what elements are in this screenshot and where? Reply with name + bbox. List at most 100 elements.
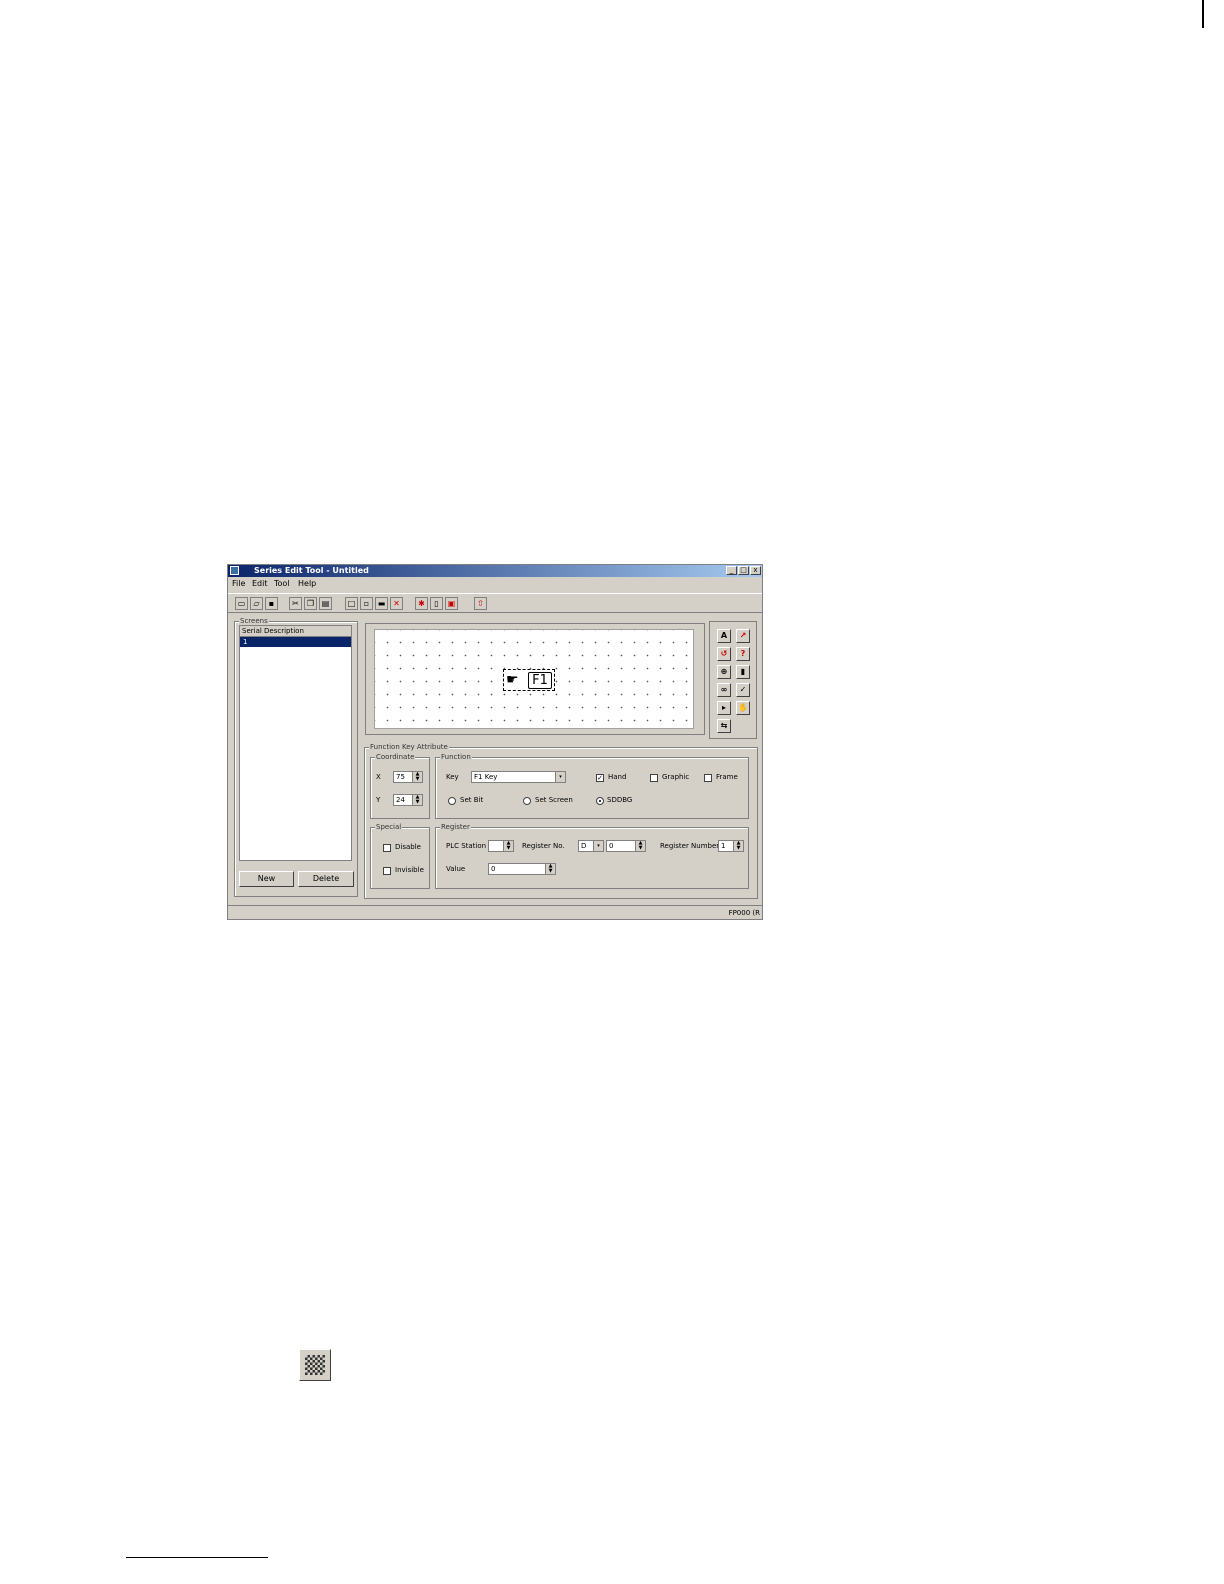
register-type-select[interactable]: D ▾ xyxy=(578,840,604,852)
bar-tool-icon[interactable]: ▮ xyxy=(736,665,750,679)
disable-label: Disable xyxy=(395,843,421,851)
frame-label: Frame xyxy=(716,773,738,781)
x-label: X xyxy=(376,773,381,781)
y-value: 24 xyxy=(396,796,405,804)
settings-icon[interactable]: ✱ xyxy=(415,597,428,610)
maximize-button[interactable]: □ xyxy=(738,566,749,575)
paste-icon[interactable]: ▤ xyxy=(319,597,332,610)
new-button[interactable]: New xyxy=(239,871,294,887)
menu-edit[interactable]: Edit xyxy=(252,578,268,589)
plc-station-label: PLC Station xyxy=(446,842,487,850)
open-icon[interactable]: ▱ xyxy=(250,597,263,610)
cut-icon[interactable]: ✂ xyxy=(289,597,302,610)
register-type-value: D xyxy=(581,842,587,850)
special-label: Special xyxy=(375,822,403,832)
coordinate-group: Coordinate xyxy=(370,752,430,819)
screen-copy-icon[interactable]: ▬ xyxy=(375,597,388,610)
special-group: Special xyxy=(370,822,430,889)
close-button[interactable]: x xyxy=(750,566,761,575)
register-group: Register xyxy=(435,822,749,889)
function-key-object[interactable]: ☛ F1 xyxy=(503,669,555,691)
key-select[interactable]: F1 Key ▾ xyxy=(471,771,566,783)
screen-list[interactable]: Serial Description 1 xyxy=(239,625,352,861)
target-tool-icon[interactable]: ⊕ xyxy=(717,665,731,679)
toolbar: ▭ ▱ ▪ ✂ ❐ ▤ □ ▫ ▬ ✕ ✱ ▯ ▣ ⇧ xyxy=(228,593,762,613)
line-tool-icon[interactable]: ↗ xyxy=(736,629,750,643)
set-screen-radio[interactable] xyxy=(523,797,531,805)
menu-bar: File Edit Tool Help xyxy=(228,578,762,589)
disable-checkbox[interactable] xyxy=(383,844,391,852)
hand-tool-icon[interactable]: ✋ xyxy=(736,701,750,715)
set-ddbg-label: SDDBG xyxy=(607,796,633,804)
y-spinner[interactable]: ▲ ▼ xyxy=(412,795,422,805)
exit-icon[interactable]: ⇧ xyxy=(474,597,487,610)
register-no-spinner[interactable]: ▲ ▼ xyxy=(635,841,645,851)
footnote-rule xyxy=(126,1557,268,1558)
value-input[interactable]: 0 ▲ ▼ xyxy=(488,863,556,875)
status-text: FP000 (R xyxy=(728,909,760,917)
chevron-down-icon[interactable]: ▾ xyxy=(555,772,565,782)
link-tool-icon[interactable]: ∞ xyxy=(717,683,731,697)
column-header[interactable]: Serial Description xyxy=(240,626,351,637)
delete-button[interactable]: Delete xyxy=(298,871,354,887)
hand-icon: ☛ xyxy=(506,672,519,688)
check-tool-icon[interactable]: ✓ xyxy=(736,683,750,697)
copy-icon[interactable]: ❐ xyxy=(304,597,317,610)
value-spinner[interactable]: ▲ ▼ xyxy=(545,864,555,874)
help-tool-icon[interactable]: ? xyxy=(736,647,750,661)
hand-label: Hand xyxy=(608,773,627,781)
add-screen-icon[interactable]: □ xyxy=(345,597,358,610)
save-icon[interactable]: ▪ xyxy=(265,597,278,610)
x-coordinate-input[interactable]: 75 ▲ ▼ xyxy=(393,771,423,783)
register-no-label: Register No. xyxy=(522,842,565,850)
qr-tool-icon xyxy=(299,1349,331,1381)
window-title: Series Edit Tool - Untitled xyxy=(254,566,369,575)
invisible-checkbox[interactable] xyxy=(383,867,391,875)
register-no-input[interactable]: 0 ▲ ▼ xyxy=(606,840,646,852)
invisible-label: Invisible xyxy=(395,866,424,874)
value-value: 0 xyxy=(491,865,496,873)
register-no-value: 0 xyxy=(609,842,614,850)
play-tool-icon[interactable]: ▸ xyxy=(717,701,731,715)
value-label: Value xyxy=(446,865,466,873)
delete-icon[interactable]: ✕ xyxy=(390,597,403,610)
minimize-button[interactable]: _ xyxy=(726,566,737,575)
graphic-label: Graphic xyxy=(662,773,690,781)
register-number-input[interactable]: 1 ▲ ▼ xyxy=(718,840,744,852)
set-bit-radio[interactable] xyxy=(448,797,456,805)
x-spinner[interactable]: ▲ ▼ xyxy=(412,772,422,782)
menu-tool[interactable]: Tool xyxy=(274,578,290,589)
key-label: Key xyxy=(446,773,459,781)
fkey-label: F1 xyxy=(528,672,552,689)
hand-checkbox[interactable]: ✓ xyxy=(596,774,604,782)
page-icon[interactable]: ▯ xyxy=(430,597,443,610)
app-icon[interactable] xyxy=(230,566,239,575)
menu-help[interactable]: Help xyxy=(298,578,316,589)
function-group: Function xyxy=(435,752,749,819)
frame-checkbox[interactable] xyxy=(704,774,712,782)
list-item[interactable]: 1 xyxy=(240,637,351,647)
plc-station-input[interactable]: ▲ ▼ xyxy=(488,840,514,852)
page2-icon[interactable]: ▣ xyxy=(445,597,458,610)
text-tool-icon[interactable]: A xyxy=(717,629,731,643)
screen-edit-icon[interactable]: ▫ xyxy=(360,597,373,610)
set-ddbg-radio[interactable] xyxy=(596,797,604,805)
plc-station-spinner[interactable]: ▲ ▼ xyxy=(503,841,513,851)
rotate-tool-icon[interactable]: ↺ xyxy=(717,647,731,661)
set-screen-label: Set Screen xyxy=(535,796,573,804)
set-bit-label: Set Bit xyxy=(460,796,484,804)
graphic-checkbox[interactable] xyxy=(650,774,658,782)
design-canvas[interactable]: ☛ F1 xyxy=(374,629,694,729)
y-coordinate-input[interactable]: 24 ▲ ▼ xyxy=(393,794,423,806)
app-window: Series Edit Tool - Untitled _ □ x File E… xyxy=(227,564,763,920)
register-number-spinner[interactable]: ▲ ▼ xyxy=(733,841,743,851)
swap-tool-icon[interactable]: ⇆ xyxy=(717,719,731,733)
object-palette: A ↗ ↺ ? ⊕ ▮ ∞ ✓ ▸ ✋ ⇆ xyxy=(709,621,757,739)
coordinate-label: Coordinate xyxy=(375,752,416,762)
function-label: Function xyxy=(440,752,472,762)
title-bar[interactable]: Series Edit Tool - Untitled _ □ x xyxy=(228,565,762,577)
new-icon[interactable]: ▭ xyxy=(235,597,248,610)
register-number-label: Register Number xyxy=(660,842,720,850)
menu-file[interactable]: File xyxy=(232,578,245,589)
chevron-down-icon[interactable]: ▾ xyxy=(593,841,603,851)
